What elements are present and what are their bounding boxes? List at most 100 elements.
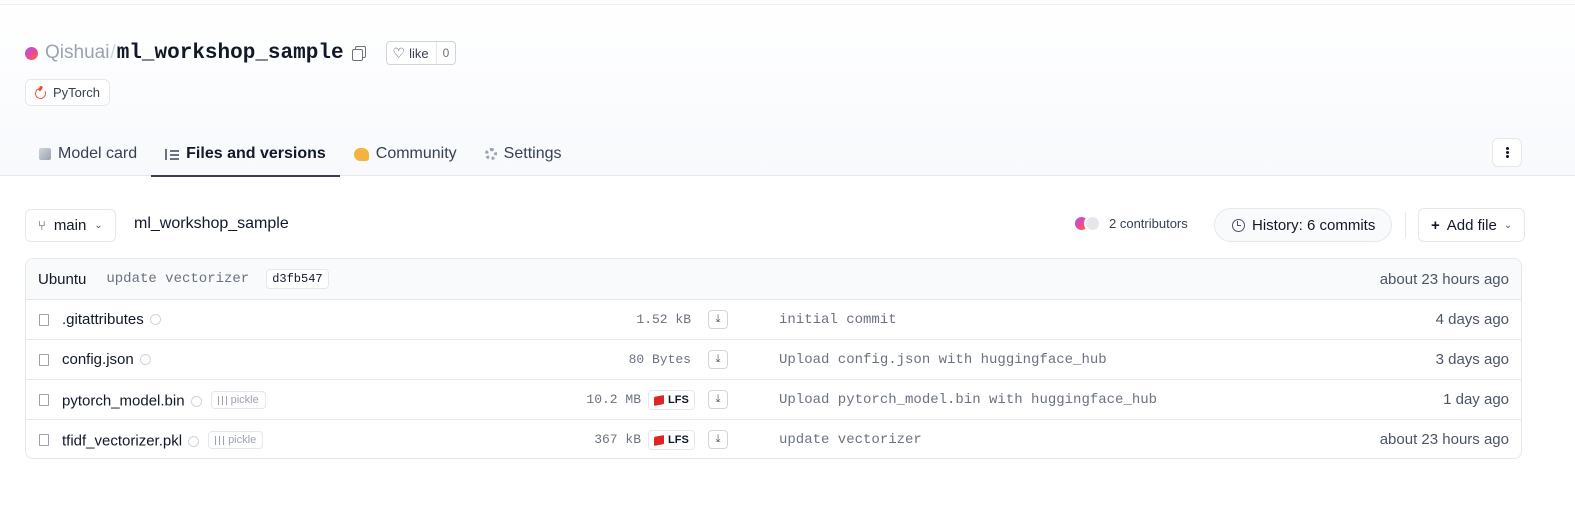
file-name-link[interactable]: config.json [62,351,151,368]
pytorch-icon [34,86,46,99]
add-file-label: Add file [1446,216,1497,234]
copy-icon[interactable] [351,46,366,61]
kebab-icon [1505,151,1509,154]
top-divider [0,4,1575,5]
last-commit-row: Ubuntu update vectorizer d3fb547 about 2… [26,259,1521,300]
file-time: 1 day ago [1443,391,1509,408]
add-file-button[interactable]: + Add file ⌄ [1418,208,1526,242]
repo-separator: / [110,42,116,63]
repo-owner-link[interactable]: Qishuai [45,42,109,64]
contributors-link[interactable]: 2 contributors [1073,215,1188,232]
file-size: 80 Bytes [628,352,691,367]
repo-title: Qishuai / ml_workshop_sample ♡ like 0 [25,40,457,66]
cube-icon [39,148,51,160]
like-button[interactable]: ♡ like 0 [385,41,457,65]
gear-icon [484,148,497,160]
contributor-avatars [1073,215,1102,232]
lfs-badge: LFS [648,430,695,450]
files-icon [165,148,180,160]
file-name[interactable]: pytorch_model.bin [62,393,185,410]
table-row: config.json 80 Bytes ⤓ Upload config.jso… [26,340,1521,380]
lfs-badge: LFS [648,390,695,410]
commit-author[interactable]: Ubuntu [38,271,86,288]
pickle-icon [217,395,227,405]
plus-icon: + [1431,216,1440,234]
file-size: 367 kB [594,432,641,447]
tag-label: PyTorch [53,85,100,100]
table-row: tfidf_vectorizer.pkl pickle 367 kB LFS ⤓ … [26,420,1521,458]
commit-message[interactable]: update vectorizer [106,271,249,287]
file-commit-message[interactable]: Upload config.json with huggingface_hub [779,352,1107,368]
clock-icon [1232,218,1245,232]
tab-model-card[interactable]: Model card [25,132,151,176]
tab-community[interactable]: Community [340,132,471,176]
file-size: 10.2 MB [586,392,641,407]
tab-settings[interactable]: Settings [471,132,576,176]
file-time: 4 days ago [1435,311,1509,328]
more-options-button[interactable] [1492,138,1522,167]
file-icon [39,354,49,366]
scan-status-icon [190,395,202,407]
avatar [1084,215,1101,232]
contributors-label: 2 contributors [1109,216,1188,231]
toolbar-divider [1405,212,1406,238]
tab-label: Settings [503,145,562,162]
scan-status-icon [139,354,151,365]
file-commit-message[interactable]: update vectorizer [779,432,922,448]
scan-status-icon [188,435,200,447]
owner-avatar[interactable] [25,46,38,60]
community-icon [353,147,369,161]
tab-files-and-versions[interactable]: Files and versions [151,132,340,177]
history-button[interactable]: History: 6 commits [1214,208,1393,242]
file-commit-message[interactable]: initial commit [779,312,897,328]
download-icon[interactable]: ⤓ [708,390,728,409]
scan-status-icon [149,314,161,325]
history-label: History: 6 commits [1252,216,1376,234]
file-name[interactable]: tfidf_vectorizer.pkl [62,433,182,450]
tag-pytorch[interactable]: PyTorch [25,79,110,106]
lfs-label: LFS [668,394,689,406]
pickle-badge[interactable]: pickle [208,431,264,449]
pickle-badge[interactable]: pickle [210,391,266,409]
pickle-icon [215,435,225,445]
download-icon[interactable]: ⤓ [708,430,728,449]
file-icon [39,394,49,406]
chevron-down-icon: ⌄ [1503,219,1513,231]
file-name-link[interactable]: pytorch_model.bin pickle [62,391,266,410]
tab-label: Community [375,145,457,162]
heart-icon: ♡ [392,45,406,61]
tab-label: Files and versions [186,145,326,162]
repo-tabs: Model card Files and versions Community … [25,132,576,177]
download-icon[interactable]: ⤓ [708,350,728,369]
like-count[interactable]: 0 [435,42,456,64]
repo-name-link[interactable]: ml_workshop_sample [117,42,344,65]
breadcrumb[interactable]: ml_workshop_sample [134,215,289,233]
file-name[interactable]: .gitattributes [62,311,144,328]
lfs-label: LFS [668,434,689,446]
tab-label: Model card [58,145,138,162]
like-main[interactable]: ♡ like [387,42,436,64]
branch-icon: ⑂ [38,218,46,233]
table-row: pytorch_model.bin pickle 10.2 MB LFS ⤓ Up… [26,380,1521,420]
branch-label: main [53,217,87,234]
commit-time: about 23 hours ago [1379,270,1509,288]
table-row: .gitattributes 1.52 kB ⤓ initial commit … [26,300,1521,340]
file-name[interactable]: config.json [62,351,134,368]
like-label: like [409,45,429,61]
commit-sha[interactable]: d3fb547 [266,269,329,289]
file-time: about 23 hours ago [1379,431,1509,448]
file-name-link[interactable]: .gitattributes [62,311,161,328]
pickle-label: pickle [228,434,257,446]
file-table: Ubuntu update vectorizer d3fb547 about 2… [25,258,1522,459]
lfs-icon [654,434,664,446]
download-icon[interactable]: ⤓ [708,310,728,329]
pickle-label: pickle [230,394,259,406]
file-commit-message[interactable]: Upload pytorch_model.bin with huggingfac… [779,392,1157,408]
file-icon [39,314,49,326]
branch-selector[interactable]: ⑂ main ⌄ [25,209,116,242]
file-time: 3 days ago [1435,351,1509,368]
file-icon [39,434,49,446]
file-name-link[interactable]: tfidf_vectorizer.pkl pickle [62,431,264,450]
file-size: 1.52 kB [636,312,691,327]
chevron-down-icon: ⌄ [94,220,103,231]
